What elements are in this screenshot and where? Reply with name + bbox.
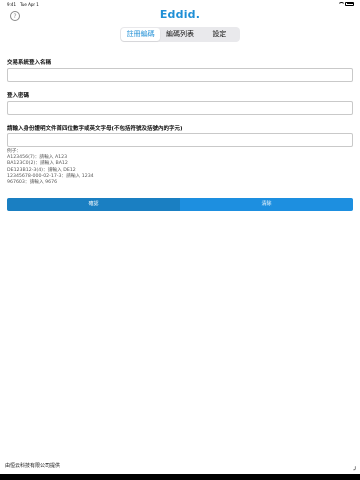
password-label: 登入密碼 — [7, 93, 30, 99]
status-date: Tue Apr 1 — [20, 2, 39, 7]
password-input[interactable] — [7, 101, 353, 115]
corner-curve-icon: ╯ — [353, 467, 357, 474]
id-label: 請輸入身份證明文件首四位數字或英文字母(不包括符號及括號內的字元) — [7, 126, 183, 132]
confirm-button[interactable]: 確認 — [7, 198, 180, 211]
footer-credit: 由恒云科技有限公司提供 — [5, 463, 61, 469]
bottom-bar — [0, 474, 360, 480]
battery-icon — [345, 1, 354, 6]
tab-settings[interactable]: 設定 — [200, 28, 239, 41]
username-label: 交易系統登入名稱 — [7, 60, 52, 66]
status-indicators — [338, 1, 354, 6]
id-input[interactable] — [7, 133, 353, 147]
example-line: 967603：請輸入 9676 — [7, 180, 58, 186]
tab-code-list[interactable]: 編碼列表 — [160, 28, 199, 41]
app-logo: Eddid. — [159, 8, 201, 21]
segmented-tabs: 註冊編碼 編碼列表 設定 — [120, 27, 240, 42]
username-input[interactable] — [7, 68, 353, 82]
examples-block: 例子： A123456(7)：請輸入 A123 BA123C0(2)：請輸入 B… — [7, 149, 94, 186]
tab-register-code[interactable]: 註冊編碼 — [121, 28, 161, 41]
status-time: 9:41 — [7, 2, 16, 7]
wifi-icon — [338, 1, 345, 6]
status-bar: 9:41 Tue Apr 1 — [0, 0, 360, 8]
clear-button[interactable]: 清除 — [180, 198, 353, 211]
